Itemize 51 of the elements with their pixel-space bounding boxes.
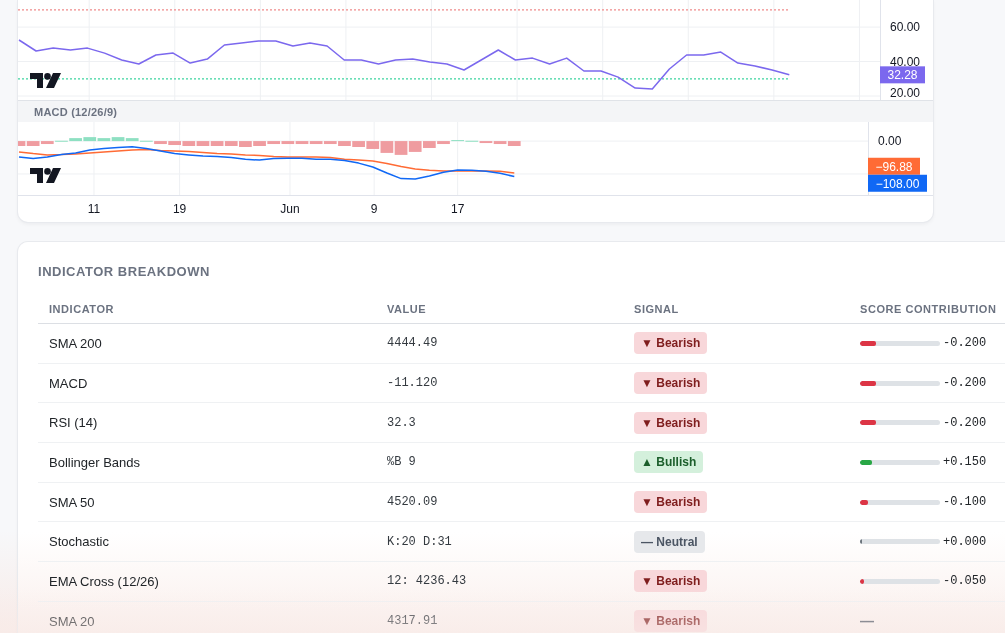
column-header: INDICATOR [49, 303, 115, 315]
card-title: INDICATOR BREAKDOWN [38, 264, 211, 280]
signal-badge: ▼ Bearish [634, 372, 708, 395]
price-label: −96.88 [868, 157, 920, 175]
signal-badge: ▼ Bearish [634, 332, 708, 355]
indicator-value: %B 9 [387, 455, 416, 470]
axis-label: 0.00 [878, 134, 902, 149]
signal-badge: ▲ Bullish [634, 451, 704, 474]
axis-label: Jun [280, 202, 300, 216]
indicator-name: SMA 20 [49, 613, 95, 629]
axis-label: 60.00 [890, 20, 921, 35]
indicator-value: -11.120 [387, 376, 438, 391]
signal-badge: ▼ Bearish [634, 610, 708, 633]
indicator-name: EMA Cross (12/26) [49, 573, 159, 589]
pane-title: MACD (12/26/9) [34, 105, 118, 118]
score-value: -0.050 [943, 574, 987, 589]
score-value: +0.000 [943, 534, 987, 549]
indicator-value: 4317.91 [387, 614, 438, 629]
price-label: 32.28 [880, 66, 925, 84]
indicator-name: Stochastic [49, 534, 109, 550]
indicator-name: RSI (14) [49, 415, 98, 431]
indicator-value: 32.3 [387, 415, 416, 430]
score-value: -0.200 [943, 336, 987, 351]
column-header: SIGNAL [634, 303, 679, 315]
logo-icon [30, 73, 61, 88]
indicator-name: Bollinger Bands [49, 454, 141, 470]
score-value: -0.200 [943, 415, 987, 430]
signal-badge: ▼ Bearish [634, 570, 708, 593]
signal-badge: — Neutral [634, 530, 705, 553]
axis-label: 17 [450, 202, 465, 216]
indicator-name: SMA 200 [49, 335, 102, 351]
axis-label: 9 [370, 202, 378, 216]
price-label: −108.00 [868, 174, 927, 192]
indicator-name: SMA 50 [49, 494, 95, 510]
indicator-value: 12: 4236.43 [387, 574, 467, 589]
column-header: VALUE [387, 303, 427, 315]
score-value: -0.200 [943, 376, 987, 391]
axis-label: 40.00 [890, 54, 921, 69]
indicator-value: 4444.49 [387, 336, 438, 351]
column-header: SCORE CONTRIBUTION [860, 303, 997, 315]
signal-badge: ▼ Bearish [634, 491, 708, 514]
axis-label: 20.00 [890, 86, 921, 100]
axis-label: 19 [172, 202, 187, 216]
indicator-value: 4520.09 [387, 495, 438, 510]
axis-label: 11 [87, 202, 101, 216]
score-value: -0.100 [943, 495, 987, 510]
score-dash: — [860, 613, 874, 630]
indicator-value: K:20 D:31 [387, 534, 452, 549]
signal-badge: ▼ Bearish [634, 411, 708, 434]
score-value: +0.150 [943, 455, 987, 470]
indicator-name: MACD [49, 375, 88, 391]
